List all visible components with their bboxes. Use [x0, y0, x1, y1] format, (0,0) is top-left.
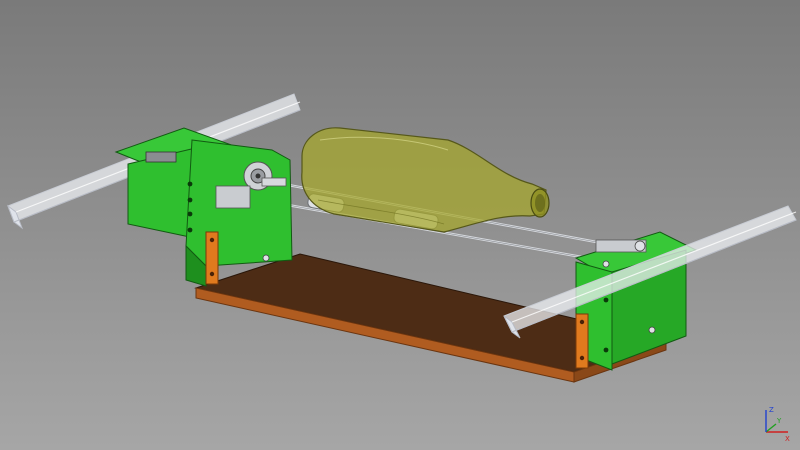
y-axis-line — [765, 423, 777, 433]
z-axis-label: Z — [769, 406, 774, 414]
3d-viewport[interactable]: X Y Z — [0, 0, 800, 450]
y-axis-label: Y — [776, 417, 782, 425]
cad-model-scene[interactable] — [0, 0, 800, 450]
right-orange-standoff — [575, 313, 589, 369]
x-axis-label: X — [785, 435, 790, 443]
left-orange-standoff — [205, 231, 219, 285]
left-motor-bracket[interactable] — [114, 127, 293, 287]
bottle[interactable] — [301, 127, 550, 233]
axis-indicator: X Y Z — [765, 406, 790, 443]
